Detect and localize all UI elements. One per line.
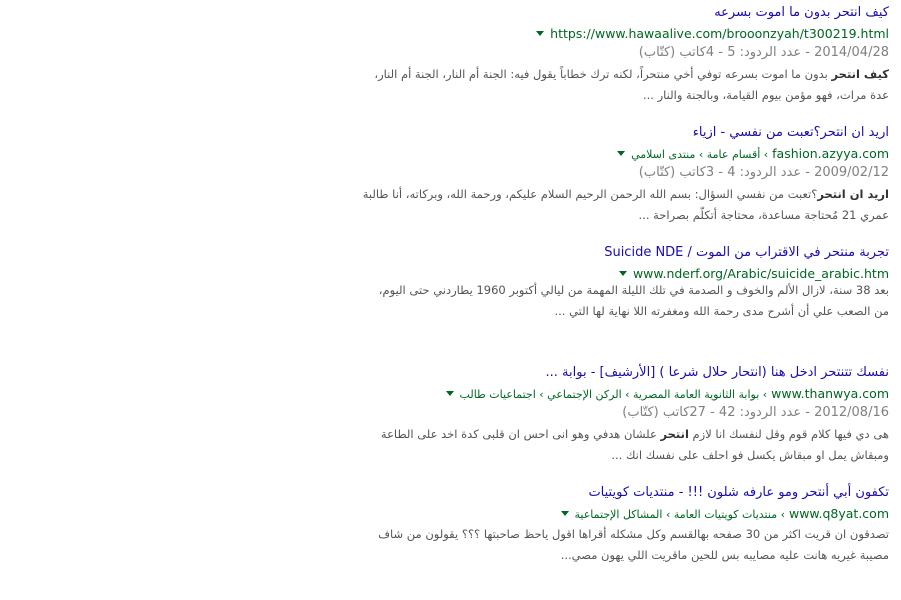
result-meta-sep: - bbox=[710, 405, 715, 420]
search-result: اريد ان انتحر؟تعبت من نفسي - ازياء fashi… bbox=[289, 120, 889, 240]
search-result: تكفون أبي أنتحر ومو عارفه شلون !!! - منت… bbox=[289, 480, 889, 600]
result-writers-count: 4 bbox=[705, 45, 715, 60]
result-writers-label: كاتب (كتّاب) bbox=[622, 405, 690, 420]
snippet-text: ؟تعبت من نفسي السؤال: بسم الله الرحمن ال… bbox=[362, 187, 818, 201]
snippet-text: تصدقون ان قريت اكثر من 30 صفحه بهالقسم و… bbox=[378, 527, 889, 541]
result-breadcrumbs: › بوابة الثانوية العامة المصرية › الركن … bbox=[459, 388, 768, 401]
snippet-highlight: اريد ان انتحر bbox=[817, 187, 889, 201]
result-url: fashion.azyya.com bbox=[772, 146, 889, 161]
result-snippet: بعد 38 سنة، لازال الألم والخوف و الصدمة … bbox=[289, 280, 889, 322]
result-meta: 2014/04/28 - عدد الردود: 5 - 4كاتب (كتّا… bbox=[639, 44, 889, 62]
result-title-link[interactable]: تكفون أبي أنتحر ومو عارفه شلون !!! - منت… bbox=[588, 484, 889, 502]
result-replies-count: 5 bbox=[727, 45, 736, 60]
result-breadcrumbs: › منتديات كويتيات العامة › المشاكل الإجت… bbox=[574, 508, 785, 521]
snippet-text: بدون ما اموت بسرعه توفي أخي منتحراً، لكن… bbox=[374, 67, 828, 81]
result-replies-label: - عدد الردود: bbox=[739, 45, 810, 60]
result-url-line: www.thanwya.com › بوابة الثانوية العامة … bbox=[440, 386, 889, 403]
result-title-link[interactable]: اريد ان انتحر؟تعبت من نفسي - ازياء bbox=[693, 124, 889, 142]
result-meta: 2009/02/12 - عدد الردود: 4 - 3كاتب (كتّا… bbox=[639, 164, 889, 182]
result-replies-count: 42 bbox=[718, 405, 736, 420]
result-replies-count: 4 bbox=[727, 165, 736, 180]
result-date: 2014/04/28 bbox=[814, 45, 889, 60]
result-title-link[interactable]: كيف انتحر بدون ما اموت بسرعه bbox=[714, 4, 889, 22]
search-result: نفسك تتنتحر ادخل هنا (انتحار حلال شرعا )… bbox=[289, 360, 889, 480]
dropdown-arrow-icon[interactable] bbox=[536, 31, 545, 36]
result-snippet: اريد ان انتحر؟تعبت من نفسي السؤال: بسم ا… bbox=[289, 184, 889, 226]
result-replies-label: - عدد الردود: bbox=[739, 405, 810, 420]
snippet-line-2: عمري 21 مُحتاجة مساعدة، محتاجة أتكلّم بص… bbox=[638, 208, 889, 222]
snippet-line-2: من الصعب علي أن أشرح مدى رحمة الله ومغفر… bbox=[554, 304, 889, 318]
dropdown-arrow-icon[interactable] bbox=[617, 151, 626, 156]
snippet-text-pre: هى دي فيها كلام قوم وقل لنفسك انا لازم bbox=[692, 427, 889, 441]
search-result: تجربة منتحر في الاقتراب من الموت / Suici… bbox=[289, 240, 889, 360]
dropdown-arrow-icon[interactable] bbox=[445, 391, 454, 396]
snippet-highlight: كيف انتحر bbox=[831, 67, 889, 81]
result-replies-label: - عدد الردود: bbox=[739, 165, 810, 180]
result-meta-sep: - bbox=[718, 165, 724, 180]
result-date: 2012/08/16 bbox=[814, 405, 889, 420]
result-url: www.nderf.org/Arabic/suicide_arabic.htm bbox=[632, 266, 889, 281]
search-results: كيف انتحر بدون ما اموت بسرعه https://www… bbox=[289, 0, 889, 600]
result-url: www.q8yat.com bbox=[788, 506, 889, 521]
search-result: كيف انتحر بدون ما اموت بسرعه https://www… bbox=[289, 0, 889, 120]
snippet-text: علشان هدفي وهو انى احس ان قلبى كدة اخد ع… bbox=[380, 427, 657, 441]
result-snippet: كيف انتحر بدون ما اموت بسرعه توفي أخي من… bbox=[289, 64, 889, 106]
result-url-line: www.q8yat.com › منتديات كويتيات العامة ›… bbox=[555, 506, 889, 523]
result-meta: 2012/08/16 - عدد الردود: 42 - 27كاتب (كت… bbox=[622, 404, 889, 422]
snippet-line-2: ومبقاش يمل او مبقاش يكسل فو احلف على نفس… bbox=[611, 448, 889, 462]
snippet-line-2: عدة مرات، فهو مؤمن بيوم القيامة، وبالجنة… bbox=[643, 88, 889, 102]
result-title-link[interactable]: نفسك تتنتحر ادخل هنا (انتحار حلال شرعا )… bbox=[546, 364, 889, 382]
snippet-line-2: مصيبة غيريه هانت عليه مصايبه بس للحين ما… bbox=[560, 548, 889, 562]
result-writers-label: كاتب (كتّاب) bbox=[638, 45, 706, 60]
result-url-line: fashion.azyya.com › أقسام عامة › منتدى ا… bbox=[611, 146, 889, 163]
result-writers-label: كاتب (كتّاب) bbox=[638, 165, 706, 180]
result-snippet: تصدقون ان قريت اكثر من 30 صفحه بهالقسم و… bbox=[289, 524, 889, 566]
result-writers-count: 3 bbox=[705, 165, 715, 180]
result-writers-count: 27 bbox=[689, 405, 706, 420]
result-url-line: https://www.hawaalive.com/brooonzyah/t30… bbox=[530, 26, 889, 42]
result-url: https://www.hawaalive.com/brooonzyah/t30… bbox=[550, 26, 889, 41]
snippet-highlight: انتحر bbox=[660, 427, 689, 441]
dropdown-arrow-icon[interactable] bbox=[560, 511, 569, 516]
result-snippet: هى دي فيها كلام قوم وقل لنفسك انا لازم ا… bbox=[289, 424, 889, 466]
result-meta-sep: - bbox=[718, 45, 724, 60]
dropdown-arrow-icon[interactable] bbox=[618, 271, 627, 276]
snippet-text: بعد 38 سنة، لازال الألم والخوف و الصدمة … bbox=[378, 283, 889, 297]
result-date: 2009/02/12 bbox=[814, 165, 889, 180]
result-url: www.thanwya.com bbox=[771, 386, 889, 401]
result-breadcrumbs: › أقسام عامة › منتدى اسلامي bbox=[631, 148, 769, 161]
result-title-link[interactable]: تجربة منتحر في الاقتراب من الموت / Suici… bbox=[604, 244, 889, 262]
